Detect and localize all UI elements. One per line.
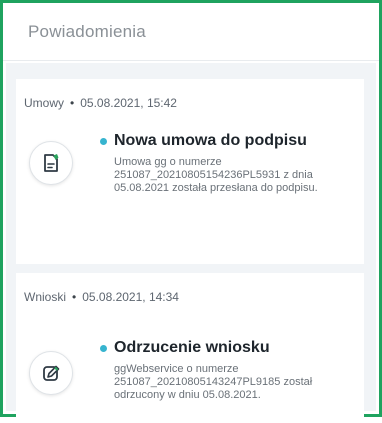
notification-title: Nowa umowa do podpisu (114, 132, 307, 149)
unread-dot-icon (100, 137, 107, 145)
notification-description: Umowa gg o numerze 251087_20210805154236… (114, 156, 318, 194)
panel-title: Powiadomienia (28, 21, 146, 41)
notification-datetime: 05.08.2021, 15:42 (80, 96, 177, 110)
notification-title: Odrzucenie wniosku (114, 339, 270, 356)
edit-pencil-icon (29, 351, 73, 395)
notifications-panel: Powiadomienia Umowy • 05.08.2021, 15:42 No… (0, 0, 382, 423)
notification-item[interactable]: Wnioski • 05.08.2021, 14:34 Odrzucenie wni… (16, 273, 364, 423)
meta-separator: • (70, 96, 75, 110)
notification-content: Nowa umowa do podpisu Umowa gg o numerze… (100, 132, 358, 195)
notification-category: Umowy (24, 96, 65, 110)
unread-dot-icon (100, 344, 107, 352)
notification-content: Odrzucenie wniosku ggWebservice o numerz… (100, 339, 358, 402)
meta-separator: • (72, 290, 77, 304)
notification-description: ggWebservice o numerze 251087_2021080514… (114, 363, 313, 401)
notification-datetime: 05.08.2021, 14:34 (82, 290, 179, 304)
notification-meta: Wnioski • 05.08.2021, 14:34 (24, 290, 179, 304)
notification-meta: Umowy • 05.08.2021, 15:42 (24, 96, 177, 110)
panel-header: Powiadomienia (3, 3, 379, 61)
notification-title-row: Nowa umowa do podpisu (100, 132, 358, 150)
notification-title-row: Odrzucenie wniosku (100, 339, 358, 357)
notifications-list: Umowy • 05.08.2021, 15:42 Nowa umowa do po… (6, 63, 376, 423)
document-pen-icon (29, 141, 73, 185)
notification-item[interactable]: Umowy • 05.08.2021, 15:42 Nowa umowa do po… (16, 79, 364, 264)
notification-category: Wnioski (24, 290, 67, 304)
